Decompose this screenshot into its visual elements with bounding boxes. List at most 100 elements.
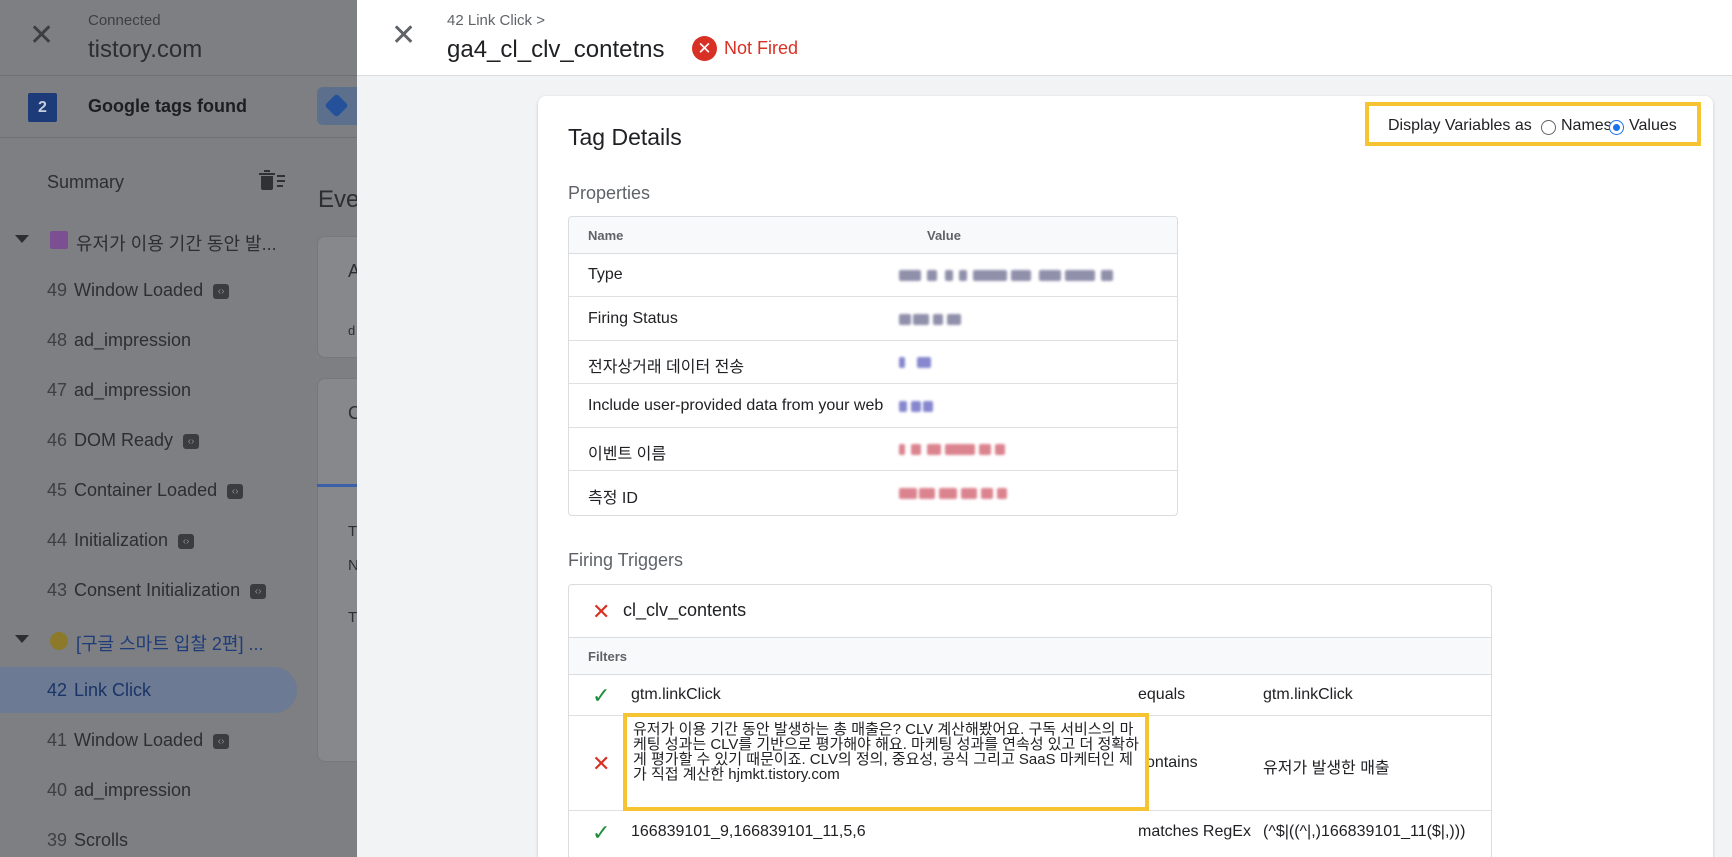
event-item[interactable]: 43 Consent Initialization ‹›	[0, 565, 300, 615]
event-number: 41	[47, 730, 68, 750]
property-value-redacted	[894, 266, 1154, 286]
gtm-code-icon: ‹›	[213, 284, 230, 299]
redacted-block	[945, 444, 975, 455]
property-name: 이벤트 이름	[588, 446, 667, 463]
event-number: 40	[47, 780, 68, 800]
redacted-block	[981, 487, 993, 499]
event-group[interactable]: [구글 스마트 입찰 2편] ...	[0, 615, 300, 665]
event-name: ad_impression	[74, 380, 192, 400]
not-fired-icon: ✕	[692, 36, 717, 61]
tags-found-label: Google tags found	[88, 96, 247, 116]
trigger-header[interactable]: ✕ cl_clv_contents	[569, 585, 1491, 638]
status-text: Not Fired	[724, 38, 799, 58]
event-number: 46	[47, 430, 68, 450]
connected-label: Connected	[88, 12, 161, 29]
names-radio[interactable]	[1541, 120, 1556, 135]
property-name: Firing Status	[588, 309, 678, 327]
redacted-block	[1065, 270, 1095, 281]
event-name: Container Loaded	[74, 480, 218, 500]
property-value-redacted	[894, 353, 1154, 373]
property-row: Type	[569, 254, 1177, 297]
event-item[interactable]: 49 Window Loaded ‹›	[0, 265, 300, 315]
filters-label: Filters	[588, 649, 628, 664]
event-number: 48	[47, 330, 68, 350]
tags-found-bar[interactable]: 2 Google tags found	[0, 76, 357, 138]
property-value-redacted	[894, 309, 1154, 330]
event-group-name: [구글 스마트 입찰 2편] ...	[76, 634, 264, 654]
redacted-block	[959, 270, 967, 281]
redacted-block	[927, 444, 941, 455]
event-item[interactable]: 41 Window Loaded ‹›	[0, 715, 300, 765]
event-item[interactable]: 39 Scrolls	[0, 815, 300, 857]
event-number: 47	[47, 380, 68, 400]
values-radio-label[interactable]: Values	[1629, 117, 1677, 135]
redacted-block	[917, 357, 931, 368]
redacted-block	[911, 400, 921, 412]
summary-row[interactable]: Summary	[0, 160, 300, 200]
redacted-block	[923, 400, 933, 412]
gtm-container-chip[interactable]	[317, 87, 357, 125]
redacted-block	[961, 487, 977, 499]
event-item[interactable]: 48 ad_impression	[0, 315, 300, 365]
summary-label: Summary	[47, 172, 125, 192]
firing-triggers-label: Firing Triggers	[568, 550, 684, 570]
events-heading-partial: Eve	[318, 186, 360, 213]
col-name-header: Name	[588, 228, 624, 243]
event-name: ad_impression	[74, 780, 192, 800]
property-row: 측정 ID	[569, 472, 1177, 515]
names-radio-label[interactable]: Names	[1561, 117, 1612, 135]
event-name: ad_impression	[74, 330, 192, 350]
expand-caret-icon[interactable]	[15, 235, 29, 243]
event-item[interactable]: 46 DOM Ready ‹›	[0, 415, 300, 465]
redacted-block	[927, 270, 937, 281]
property-name: 전자상거래 데이터 전송	[588, 359, 745, 376]
gtm-code-icon: ‹›	[227, 484, 244, 499]
gtm-code-icon: ‹›	[183, 434, 200, 449]
filter-value: (^$|((^|,)166839101_11($|,)))	[1263, 822, 1466, 840]
pass-check-icon: ✓	[592, 682, 611, 708]
card-title: Tag Details	[568, 124, 682, 150]
event-item[interactable]: 47 ad_impression	[0, 365, 300, 415]
values-radio[interactable]	[1609, 120, 1624, 135]
property-value-redacted	[894, 396, 1154, 417]
filter-operator: equals	[1138, 685, 1186, 703]
event-name: DOM Ready	[74, 430, 174, 450]
connected-site: tistory.com	[88, 36, 203, 63]
event-item[interactable]: 44 Initialization ‹›	[0, 515, 300, 565]
redacted-block	[911, 444, 921, 455]
redacted-block	[979, 444, 991, 455]
col-value-header: Value	[927, 228, 961, 243]
active-tab-indicator	[317, 484, 357, 487]
filter-value: 유저가 발생한 매출	[1263, 759, 1390, 777]
event-name: Window Loaded	[74, 280, 204, 300]
event-sidebar: ✕ Connected tistory.com 2 Google tags fo…	[0, 0, 377, 857]
filter-variable: gtm.linkClick	[631, 685, 721, 703]
filter-value: gtm.linkClick	[1263, 685, 1353, 703]
gtm-code-icon: ‹›	[250, 584, 267, 599]
redacted-block	[899, 400, 907, 412]
property-name: Include user-provided data from your web	[588, 396, 884, 414]
event-name: Initialization	[74, 530, 169, 550]
pass-check-icon: ✓	[592, 819, 611, 845]
event-item[interactable]: 45 Container Loaded ‹›	[0, 465, 300, 515]
close-icon[interactable]: ✕	[29, 21, 54, 51]
fail-x-icon: ✕	[592, 599, 611, 624]
property-name: Type	[588, 266, 623, 283]
property-row: 전자상거래 데이터 전송	[569, 341, 1177, 384]
redacted-block	[939, 487, 957, 499]
breadcrumb[interactable]: 42 Link Click >	[447, 12, 545, 29]
expand-caret-icon[interactable]	[15, 635, 29, 643]
event-item[interactable]: 40 ad_impression	[0, 765, 300, 815]
close-detail-icon[interactable]: ✕	[391, 21, 416, 51]
redacted-block	[899, 487, 917, 499]
gtm-code-icon: ‹›	[213, 734, 230, 749]
detail-header: ✕ 42 Link Click > ga4_cl_clv_contetns ✕ …	[357, 0, 1732, 76]
trigger-name: cl_clv_contents	[623, 600, 747, 620]
clear-messages-icon[interactable]	[258, 170, 286, 192]
event-group-name: 유저가 이용 기간 동안 발...	[76, 234, 277, 254]
redacted-block	[1039, 270, 1061, 281]
property-name: 측정 ID	[588, 489, 638, 507]
highlighted-filter-variable: 유저가 이용 기간 동안 발생하는 총 매출은? CLV 계산해봤어요. 구독 …	[623, 713, 1149, 811]
event-group[interactable]: 유저가 이용 기간 동안 발...	[0, 215, 300, 265]
event-item[interactable]: 42 Link Click	[0, 665, 300, 715]
